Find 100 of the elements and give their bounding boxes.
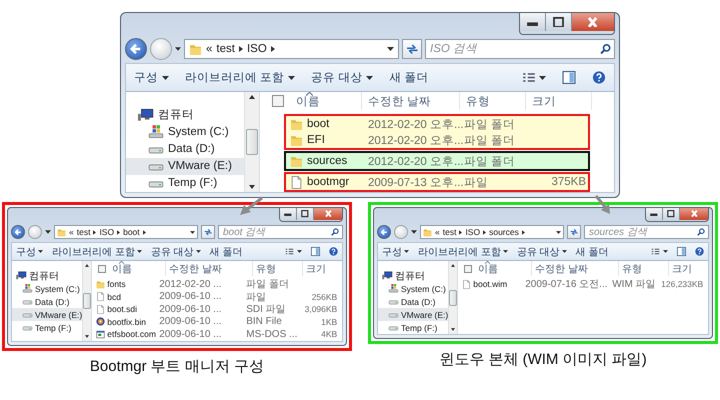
view-button[interactable] [651,247,668,256]
breadcrumb[interactable]: test [442,227,456,237]
path-overflow[interactable]: « [69,227,74,237]
minimize-button[interactable] [646,208,663,220]
view-button[interactable] [522,71,546,84]
minimize-button[interactable] [520,13,546,31]
file-name[interactable]: boot.sdi [107,304,138,314]
scroll-up-icon[interactable] [249,95,255,99]
scroll-up-icon[interactable] [451,264,456,267]
close-button[interactable] [314,208,342,220]
tree-item[interactable]: 컴퓨터 [12,269,82,282]
tree-item[interactable]: System (C:) [126,123,244,140]
search-field[interactable]: ISO 검색 [425,39,615,59]
preview-pane-button[interactable] [562,71,576,84]
breadcrumb[interactable]: ISO [465,227,480,237]
close-button[interactable] [572,13,614,31]
toolbar-button[interactable]: 구성 [16,244,43,258]
tree-item[interactable]: VMware (E:) [126,158,244,175]
tree-item[interactable]: System (C:) [12,282,82,295]
tree-item[interactable]: 컴퓨터 [126,106,244,124]
select-all-checkbox[interactable] [464,264,472,272]
column-header[interactable]: 유형 [462,92,526,110]
toolbar-button[interactable]: 새 폴더 [210,244,242,258]
breadcrumb[interactable]: boot [123,227,140,237]
address-bar[interactable]: « test ISO sources [420,225,564,239]
toolbar-button[interactable]: 라이브러리에 포함 [52,244,142,258]
scroll-down-icon[interactable] [85,334,90,338]
toolbar-button[interactable]: 공유 대상 [516,244,567,258]
tree-item[interactable]: 컴퓨터 [378,269,448,282]
refresh-button[interactable] [201,225,215,239]
file-name[interactable]: bcd [107,292,121,302]
minimize-button[interactable] [280,208,297,220]
help-button[interactable] [592,71,606,84]
scroll-down-icon[interactable] [451,328,456,331]
column-header[interactable]: 수정한 날짜 [364,92,460,110]
preview-pane-button[interactable] [677,247,686,256]
address-bar[interactable]: « test ISO boot [54,225,198,239]
scroll-thumb[interactable] [83,292,92,309]
column-header[interactable]: 크기 [303,261,342,276]
toolbar-button[interactable]: 구성 [382,244,409,258]
toolbar-button[interactable]: 공유 대상 [311,70,374,85]
toolbar-button[interactable]: 공유 대상 [150,244,201,258]
tree-item[interactable]: Temp (F:) [12,321,82,334]
scroll-thumb[interactable] [449,290,458,306]
breadcrumb[interactable]: ISO [99,227,114,237]
file-name[interactable]: etfsboot.com [107,329,156,340]
tree-item[interactable]: Temp (F:) [378,321,448,334]
file-name[interactable]: sources [307,155,348,167]
search-field[interactable]: boot 검색 [218,225,343,239]
scrollbar[interactable] [448,261,458,334]
scroll-down-icon[interactable] [249,185,255,189]
path-overflow[interactable]: « [206,43,212,55]
refresh-button[interactable] [402,39,422,59]
address-bar[interactable]: « test ISO [184,39,399,59]
back-button[interactable] [11,225,25,239]
maximize-button[interactable] [663,208,680,220]
tree-item[interactable]: Data (D:) [378,295,448,308]
breadcrumb[interactable]: sources [489,227,519,237]
scrollbar[interactable] [244,92,259,192]
breadcrumb[interactable]: test [76,227,90,237]
search-field[interactable]: sources 검색 [584,225,709,239]
help-button[interactable] [329,247,338,256]
tree-item[interactable]: VMware (E:) [378,308,448,321]
breadcrumb[interactable]: test [216,43,235,55]
column-header[interactable]: 수정한 날짜 [532,261,620,276]
column-header[interactable]: 수정한 날짜 [166,261,254,276]
scroll-thumb[interactable] [246,129,258,155]
file-name[interactable]: boot.wim [473,279,508,290]
breadcrumb[interactable]: ISO [246,43,267,55]
toolbar-button[interactable]: 새 폴더 [389,70,429,85]
toolbar-button[interactable]: 새 폴더 [576,244,608,258]
toolbar-button[interactable]: 라이브러리에 포함 [185,70,296,85]
preview-pane-button[interactable] [311,247,320,256]
close-button[interactable] [680,208,708,220]
help-button[interactable] [695,247,704,256]
tree-item[interactable]: Temp (F:) [126,174,244,192]
column-header[interactable]: 유형 [253,261,304,276]
toolbar-button[interactable]: 라이브러리에 포함 [418,244,508,258]
maximize-button[interactable] [297,208,314,220]
column-header[interactable]: 이름 [109,261,166,276]
file-name[interactable]: fonts [107,279,126,290]
toolbar-button[interactable]: 구성 [134,70,169,85]
scrollbar[interactable] [82,261,92,340]
view-button[interactable] [285,247,302,256]
maximize-button[interactable] [546,13,572,31]
column-header[interactable]: 이름 [475,261,532,276]
back-button[interactable] [125,38,147,60]
tree-item[interactable]: Data (D:) [126,140,244,158]
file-name[interactable]: EFI [307,134,325,146]
select-all-checkbox[interactable] [98,264,106,272]
column-header[interactable]: 이름 [292,92,362,110]
path-overflow[interactable]: « [435,227,440,237]
tree-item[interactable]: VMware (E:) [12,308,82,321]
back-button[interactable] [377,225,391,239]
scroll-up-icon[interactable] [85,264,90,267]
refresh-button[interactable] [567,225,581,239]
column-header[interactable]: 유형 [619,261,670,276]
file-name[interactable]: bootmgr [307,176,350,188]
file-name[interactable]: boot [307,118,330,130]
file-name[interactable]: bootfix.bin [107,316,146,327]
